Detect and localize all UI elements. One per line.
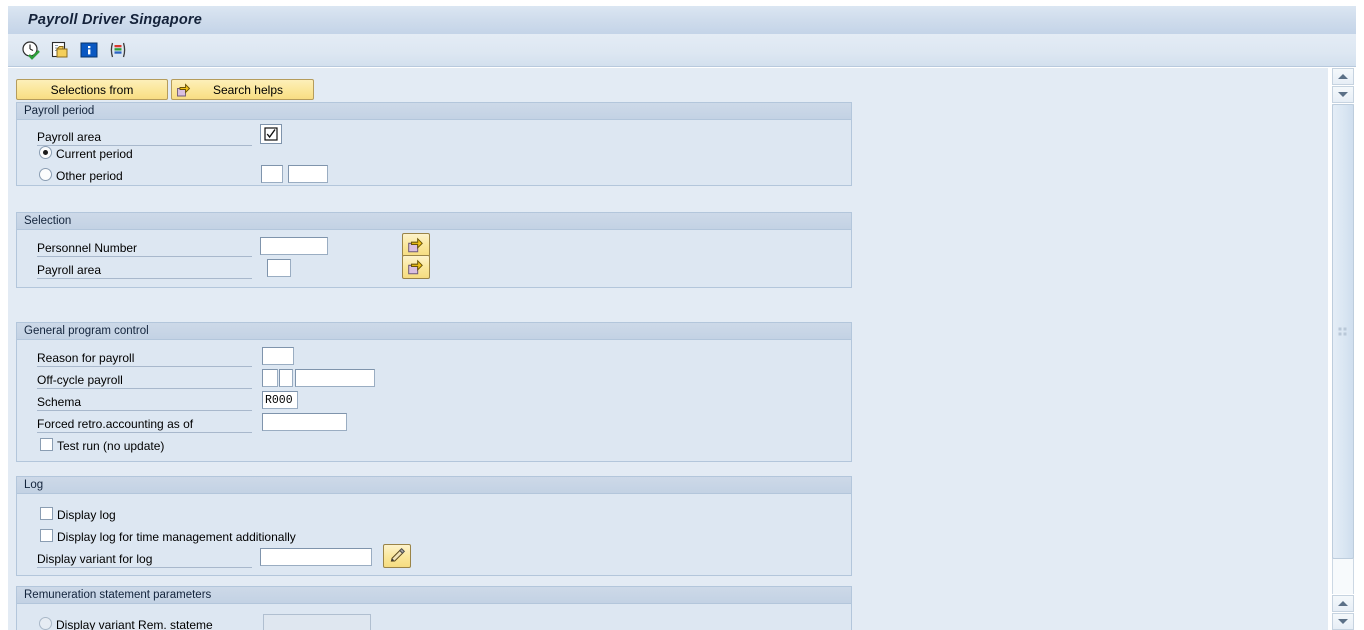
search-helps-arrow-icon bbox=[176, 82, 192, 98]
test-run-checkbox[interactable] bbox=[40, 438, 53, 451]
scroll-down-button-top[interactable] bbox=[1332, 86, 1354, 103]
search-helps-label: Search helps bbox=[212, 82, 283, 97]
vertical-scrollbar[interactable] bbox=[1330, 68, 1356, 630]
application-toolbar: © www.tutorialkart.com bbox=[8, 34, 1356, 98]
off-cycle-field-3[interactable] bbox=[295, 369, 375, 387]
current-period-label: Current period bbox=[56, 147, 133, 161]
selection-payroll-area-label: Payroll area bbox=[37, 263, 252, 279]
scroll-down-button-bottom[interactable] bbox=[1332, 613, 1354, 630]
group-payroll-period: Payroll period Payroll area Current peri… bbox=[16, 102, 852, 186]
display-variant-for-log-label: Display variant for log bbox=[37, 552, 252, 568]
display-variant-for-log-input[interactable] bbox=[260, 548, 372, 566]
pencil-icon bbox=[390, 547, 406, 562]
multi-select-arrow-icon bbox=[408, 237, 423, 253]
reason-for-payroll-label: Reason for payroll bbox=[37, 351, 252, 367]
forced-retro-accounting-input[interactable] bbox=[262, 413, 347, 431]
multiple-selection-icon[interactable] bbox=[107, 39, 129, 61]
payroll-area-matchcode-button[interactable] bbox=[260, 124, 282, 144]
other-period-label: Other period bbox=[56, 169, 123, 183]
display-log-time-management-checkbox[interactable] bbox=[40, 529, 53, 542]
current-period-radio[interactable] bbox=[39, 146, 52, 159]
group-selection: Selection Personnel Number Payroll area bbox=[16, 212, 852, 288]
display-variant-rem-label: Display variant Rem. stateme bbox=[56, 618, 213, 630]
group-selection-body: Personnel Number Payroll area bbox=[17, 230, 851, 286]
group-remuneration-statement-parameters: Remuneration statement parameters Displa… bbox=[16, 586, 852, 630]
reason-for-payroll-input[interactable] bbox=[262, 347, 294, 365]
group-general-program-control: General program control Reason for payro… bbox=[16, 322, 852, 462]
other-period-field-2[interactable] bbox=[288, 165, 328, 183]
group-payroll-period-body: Payroll area Current period Other period bbox=[17, 120, 851, 184]
selections-from-label: Selections from bbox=[50, 82, 134, 97]
selection-screen-canvas: Selections from Search helps Payroll per… bbox=[8, 68, 1328, 630]
chevron-down-icon bbox=[1338, 619, 1348, 624]
sap-application-window: Payroll Driver Singapore Selections from… bbox=[0, 0, 1364, 630]
selection-buttons-row: Selections from Search helps bbox=[16, 79, 314, 100]
scrollbar-thumb[interactable] bbox=[1332, 104, 1354, 559]
test-run-label: Test run (no update) bbox=[57, 439, 165, 453]
display-variant-edit-button[interactable] bbox=[383, 544, 411, 568]
multi-select-arrow-icon bbox=[408, 259, 423, 275]
execute-clock-icon[interactable] bbox=[20, 39, 42, 61]
page-title: Payroll Driver Singapore bbox=[28, 12, 203, 28]
group-general-program-control-body: Reason for payroll Off-cycle payroll Sch… bbox=[17, 340, 851, 460]
off-cycle-field-1[interactable] bbox=[262, 369, 278, 387]
schema-label: Schema bbox=[37, 395, 252, 411]
group-selection-title: Selection bbox=[17, 213, 851, 230]
group-payroll-period-title: Payroll period bbox=[17, 103, 851, 120]
personnel-number-multiple-selection-button[interactable] bbox=[402, 233, 430, 257]
other-period-field-1[interactable] bbox=[261, 165, 283, 183]
scrollbar-grip-icon bbox=[1338, 327, 1348, 336]
chevron-down-icon bbox=[1338, 92, 1348, 97]
chevron-up-icon bbox=[1338, 601, 1348, 606]
group-remuneration-body: Display variant Rem. stateme bbox=[17, 604, 851, 630]
group-log-title: Log bbox=[17, 477, 851, 494]
checkbox-check-icon bbox=[264, 127, 278, 141]
group-remuneration-title: Remuneration statement parameters bbox=[17, 587, 851, 604]
toolbar-icon-group bbox=[20, 39, 129, 61]
search-helps-button[interactable]: Search helps bbox=[171, 79, 314, 100]
selections-from-button[interactable]: Selections from bbox=[16, 79, 168, 100]
scroll-up-button-bottom[interactable] bbox=[1332, 595, 1354, 612]
off-cycle-payroll-label: Off-cycle payroll bbox=[37, 373, 252, 389]
window-titlebar: Payroll Driver Singapore bbox=[8, 5, 1356, 34]
personnel-number-input[interactable] bbox=[260, 237, 328, 255]
schema-input[interactable] bbox=[262, 391, 298, 409]
payroll-area-multiple-selection-button[interactable] bbox=[402, 255, 430, 279]
group-general-program-control-title: General program control bbox=[17, 323, 851, 340]
other-period-radio[interactable] bbox=[39, 168, 52, 181]
display-variant-rem-input[interactable] bbox=[263, 614, 371, 630]
off-cycle-field-2[interactable] bbox=[279, 369, 293, 387]
scroll-up-button-top[interactable] bbox=[1332, 68, 1354, 85]
selection-payroll-area-input[interactable] bbox=[267, 259, 291, 277]
display-variant-rem-radio[interactable] bbox=[39, 617, 52, 630]
payroll-area-label: Payroll area bbox=[37, 130, 252, 146]
display-log-label: Display log bbox=[57, 508, 116, 522]
forced-retro-accounting-label: Forced retro.accounting as of bbox=[37, 417, 252, 433]
group-log-body: Display log Display log for time managem… bbox=[17, 494, 851, 574]
group-log: Log Display log Display log for time man… bbox=[16, 476, 852, 576]
chevron-up-icon bbox=[1338, 74, 1348, 79]
personnel-number-label: Personnel Number bbox=[37, 241, 252, 257]
display-log-checkbox[interactable] bbox=[40, 507, 53, 520]
get-variant-icon[interactable] bbox=[49, 39, 71, 61]
information-icon[interactable] bbox=[78, 39, 100, 61]
display-log-time-management-label: Display log for time management addition… bbox=[57, 530, 296, 544]
